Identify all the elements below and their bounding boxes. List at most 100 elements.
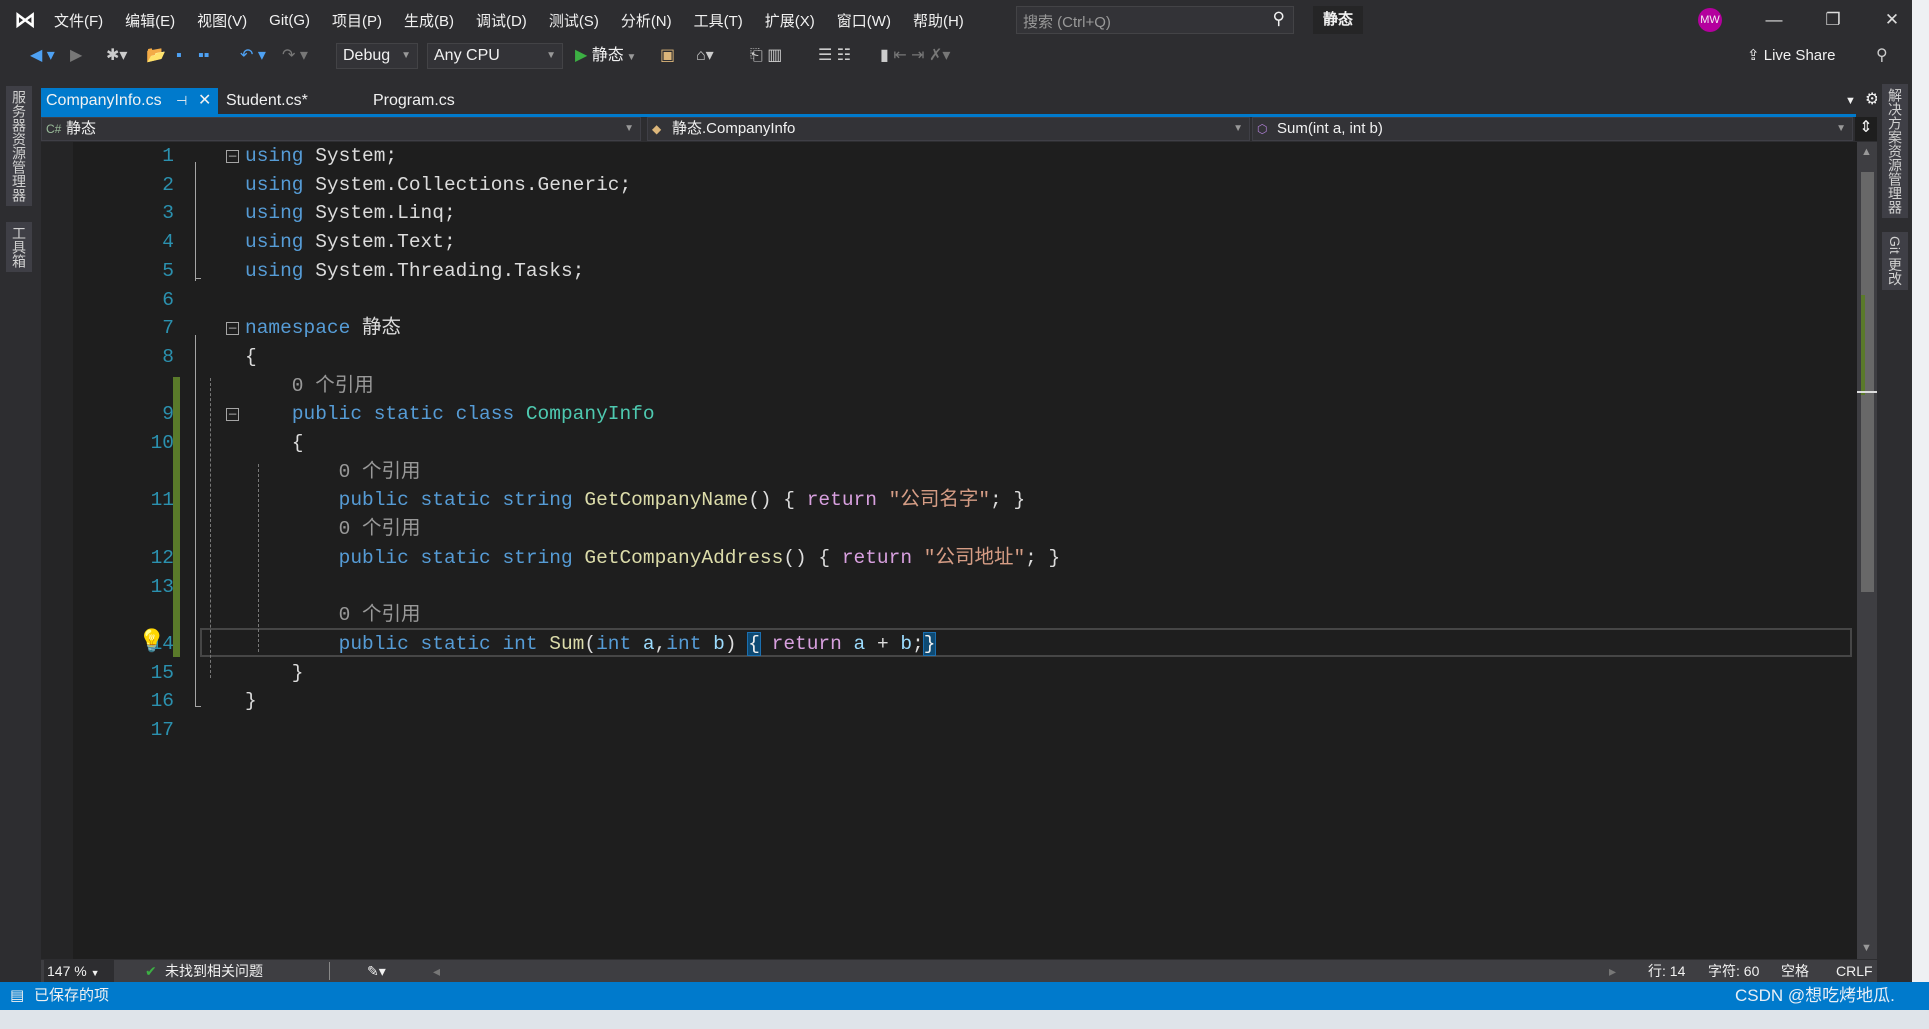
code-token: () { <box>783 546 842 569</box>
toolbox-tab[interactable]: 工具箱 <box>6 222 32 272</box>
menu-item[interactable]: 测试(S) <box>539 10 611 31</box>
reference-count[interactable]: 0 个引用 <box>245 604 421 626</box>
save-all-icon[interactable]: ▪▪ <box>198 44 209 68</box>
collapse-icon[interactable]: − <box>226 150 239 163</box>
minimize-button[interactable]: — <box>1754 6 1794 34</box>
code-line[interactable]: 13 <box>41 573 1857 602</box>
menu-item[interactable]: 项目(P) <box>322 10 394 31</box>
feedback-icon[interactable]: ⚲ <box>1876 44 1888 68</box>
menu-item[interactable]: 工具(T) <box>684 10 755 31</box>
lightbulb-icon[interactable]: 💡 <box>138 628 165 654</box>
code-line[interactable]: 9 − public static class CompanyInfo <box>41 400 1857 429</box>
redo-icon[interactable]: ↷ ▾ <box>282 44 308 68</box>
code-line[interactable]: 11 public static string GetCompanyName()… <box>41 486 1857 515</box>
save-icon[interactable]: ▪ <box>176 44 182 68</box>
codelens-line[interactable]: 0 个引用 <box>41 601 1857 630</box>
comment-icon[interactable]: ☰ ☷ <box>818 44 851 68</box>
scroll-right-icon[interactable]: ▸ <box>1609 960 1616 982</box>
back-icon[interactable]: ◀ ▾ <box>30 44 55 68</box>
code-lines: 1− using System; 2 using System.Collections… <box>41 142 1857 959</box>
code-token: , <box>654 632 667 655</box>
menu-item[interactable]: 视图(V) <box>187 10 259 31</box>
step-icon[interactable]: ⎗ ▥ <box>750 44 782 68</box>
menu-item[interactable]: 分析(N) <box>611 10 684 31</box>
code-line[interactable]: 1 − using System; <box>41 142 1857 171</box>
menu-item[interactable]: 生成(B) <box>394 10 466 31</box>
platform-dropdown[interactable]: Any CPU ▼ <box>427 43 563 69</box>
collapse-icon[interactable]: − <box>226 408 239 422</box>
close-icon[interactable]: ✕ <box>198 88 211 114</box>
menu-item[interactable]: 编辑(E) <box>115 10 187 31</box>
close-button[interactable]: ✕ <box>1872 6 1912 34</box>
eol-indicator[interactable]: CRLF <box>1836 960 1873 982</box>
git-changes-tab[interactable]: Git 更改 <box>1882 232 1908 290</box>
split-editor-icon[interactable]: ⇕ <box>1855 117 1877 141</box>
menu-item[interactable]: 扩展(X) <box>755 10 827 31</box>
avatar[interactable]: MW <box>1698 8 1722 32</box>
menu-item[interactable]: 调试(D) <box>466 10 539 31</box>
char-indicator[interactable]: 字符: 60 <box>1708 960 1759 982</box>
undo-icon[interactable]: ↶ ▾ <box>240 44 266 68</box>
collapse-icon[interactable]: − <box>226 322 239 336</box>
code-cleanup-icon[interactable]: ✎▾ <box>367 960 386 982</box>
code-token: "公司地址" <box>923 546 1026 569</box>
menu-item[interactable]: Git(G) <box>259 12 322 29</box>
zoom-dropdown[interactable]: 147 % ▼ <box>44 960 114 984</box>
tab-list-dropdown-icon[interactable]: ▼ <box>1840 88 1856 114</box>
indent-indicator[interactable]: 空格 <box>1781 960 1809 982</box>
scroll-up-icon[interactable]: ▲ <box>1861 146 1872 158</box>
restore-button[interactable]: ❐ <box>1813 6 1853 34</box>
reference-count[interactable]: 0 个引用 <box>245 518 421 540</box>
search-input[interactable]: 搜索 (Ctrl+Q) ⚲ <box>1016 6 1294 34</box>
code-line[interactable]: 12 public static string GetCompanyAddres… <box>41 544 1857 573</box>
config-dropdown[interactable]: Debug ▼ <box>336 43 418 69</box>
server-explorer-tab[interactable]: 服务器资源管理器 <box>6 86 32 206</box>
bookmark-icon[interactable]: ▮ ⇤ ⇥ ✗▾ <box>880 44 950 68</box>
code-line[interactable]: 16} <box>41 687 1857 716</box>
type-dropdown[interactable]: ◆ 静态.CompanyInfo ▼ <box>647 117 1250 141</box>
pin-icon[interactable]: ⊣ <box>176 88 187 114</box>
code-line[interactable]: 17 <box>41 716 1857 745</box>
code-line[interactable]: 5 using System.Threading.Tasks; <box>41 257 1857 286</box>
member-dropdown[interactable]: ⬡ Sum(int a, int b) ▼ <box>1252 117 1853 141</box>
vs-logo-icon[interactable]: ⋈ <box>14 7 36 33</box>
code-line[interactable]: 15 } <box>41 659 1857 688</box>
vertical-scrollbar[interactable]: ▲ ▼ <box>1857 142 1877 959</box>
code-line[interactable]: 14 public static int Sum(int a,int b) { … <box>41 630 1857 659</box>
solution-explorer-icon[interactable]: ⌂▾ <box>696 44 714 68</box>
tab-program[interactable]: Program.cs <box>368 88 508 114</box>
code-line[interactable]: 7 − namespace 静态 <box>41 314 1857 343</box>
scroll-left-icon[interactable]: ◂ <box>433 960 440 982</box>
find-in-files-icon[interactable]: ▣ <box>660 44 675 68</box>
code-line[interactable]: 2 using System.Collections.Generic; <box>41 171 1857 200</box>
tab-companyinfo[interactable]: CompanyInfo.cs ⊣ ✕ <box>41 88 218 114</box>
line-number: 13 <box>150 575 174 598</box>
code-line[interactable]: 3 using System.Linq; <box>41 199 1857 228</box>
code-token: } <box>245 661 304 684</box>
menu-item[interactable]: 帮助(H) <box>903 10 976 31</box>
code-line[interactable]: 8{ <box>41 343 1857 372</box>
issues-status[interactable]: 未找到相关问题 <box>165 960 263 982</box>
project-dropdown[interactable]: C# 静态 ▼ <box>41 117 641 141</box>
reference-count[interactable]: 0 个引用 <box>245 375 374 397</box>
reference-count[interactable]: 0 个引用 <box>245 461 421 483</box>
code-line[interactable]: 4 using System.Text; <box>41 228 1857 257</box>
line-indicator[interactable]: 行: 14 <box>1648 960 1685 982</box>
codelens-line[interactable]: 0 个引用 <box>41 515 1857 544</box>
scroll-down-icon[interactable]: ▼ <box>1861 942 1872 954</box>
codelens-line[interactable]: 0 个引用 <box>41 372 1857 401</box>
codelens-line[interactable]: 0 个引用 <box>41 458 1857 487</box>
solution-explorer-tab[interactable]: 解决方案资源管理器 <box>1882 84 1908 218</box>
live-share-button[interactable]: ⇪ Live Share <box>1747 44 1835 68</box>
new-project-icon[interactable]: ✱▾ <box>106 44 127 68</box>
forward-icon[interactable]: ▶ <box>70 44 82 68</box>
code-line[interactable]: 10 { <box>41 429 1857 458</box>
tab-student[interactable]: Student.cs* <box>221 88 361 114</box>
open-icon[interactable]: 📂 <box>146 44 166 68</box>
code-line[interactable]: 6 <box>41 286 1857 315</box>
code-token: using <box>245 231 304 254</box>
start-button[interactable]: ▶ 静态 ▼ <box>575 44 636 68</box>
menu-item[interactable]: 文件(F) <box>44 10 115 31</box>
menu-item[interactable]: 窗口(W) <box>827 10 903 31</box>
